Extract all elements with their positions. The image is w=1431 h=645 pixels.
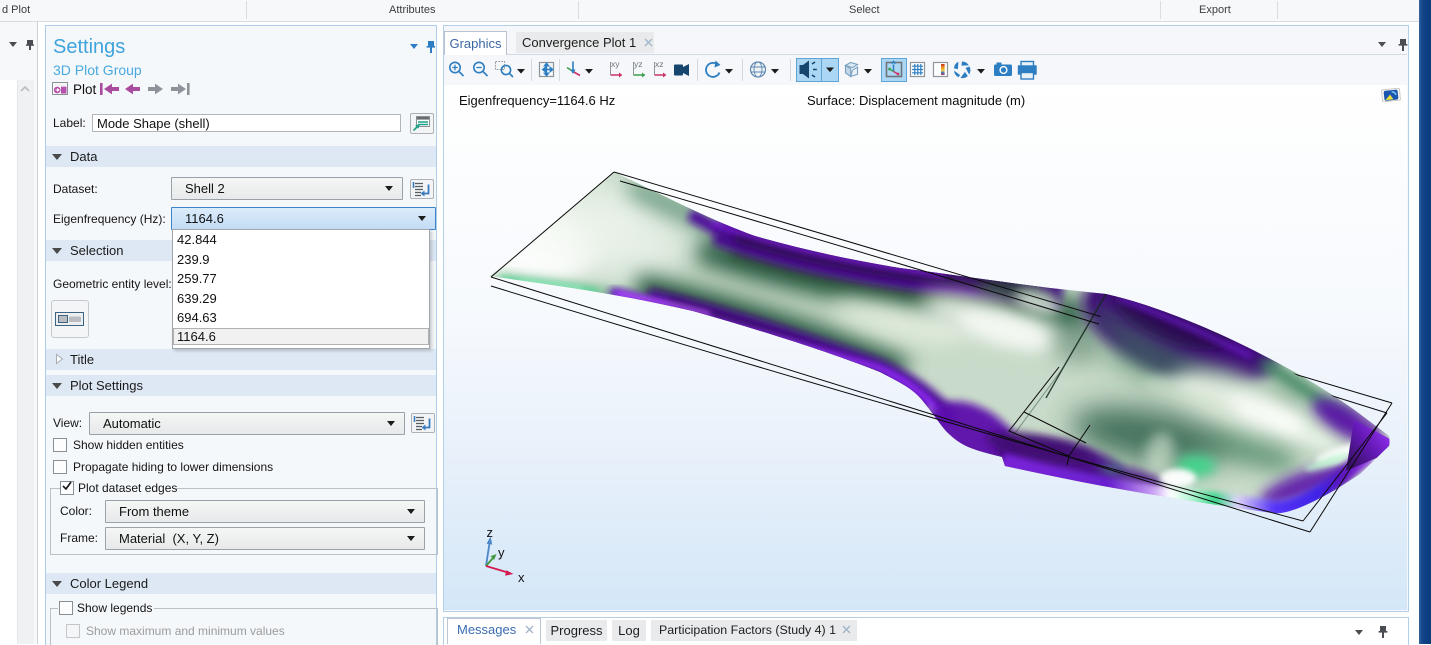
svg-text:xz: xz (655, 59, 664, 69)
svg-text:x: x (518, 570, 525, 585)
svg-text:z: z (487, 525, 494, 540)
svg-text:xy: xy (611, 59, 620, 69)
svg-text:y: y (498, 545, 505, 560)
svg-text:yz: yz (634, 59, 643, 69)
